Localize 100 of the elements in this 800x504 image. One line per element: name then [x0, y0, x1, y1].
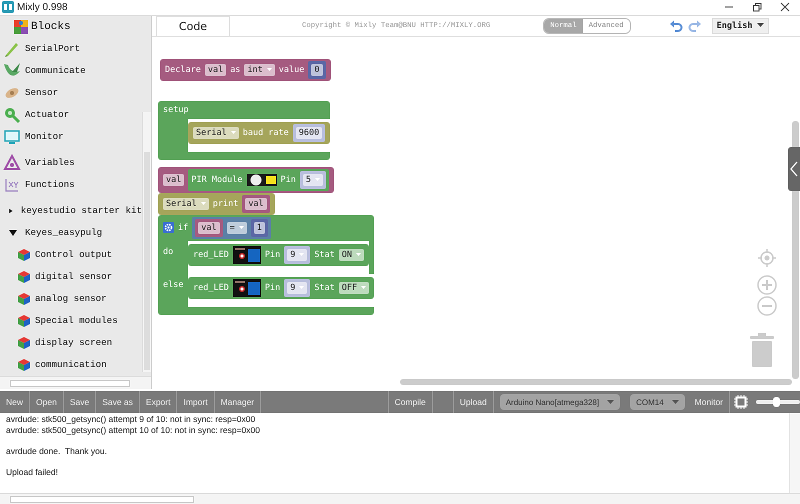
block-dropdown[interactable]: Serial [163, 198, 209, 210]
category-item[interactable]: analog sensor [0, 288, 142, 310]
block-field[interactable]: 9600 [296, 126, 322, 139]
block-dropdown[interactable]: ON [338, 248, 364, 261]
category-item[interactable]: communication [0, 354, 142, 376]
code-block[interactable]: setup Serial baud rate 9600 [158, 100, 330, 160]
block-field[interactable]: val [245, 198, 267, 210]
undo-icon[interactable] [668, 18, 683, 33]
code-block[interactable]: PIR Module Pin 5 [188, 168, 330, 191]
code-block[interactable]: if val = 1 do red_LED Pin 9 Stat ON else red_LED Pin 9 Stat OFF [158, 214, 374, 315]
led-module-icon [232, 246, 261, 264]
category-item[interactable]: Control output [0, 244, 142, 266]
caret-icon [200, 202, 206, 206]
caret-icon [356, 252, 362, 257]
toolbar-button[interactable]: Compile [388, 391, 433, 414]
cube-icon [17, 248, 31, 262]
toolbar-button[interactable]: Open [30, 391, 64, 414]
code-tab[interactable]: Code [156, 16, 230, 36]
category-item[interactable]: SerialPort [0, 38, 142, 60]
cube-icon [17, 336, 31, 350]
category-item[interactable]: Special modules [0, 310, 142, 332]
block-dropdown[interactable]: 9 [287, 282, 308, 294]
code-block[interactable]: val [242, 194, 270, 213]
scrollbar[interactable] [789, 413, 800, 494]
toolbar-button[interactable]: New [0, 391, 30, 414]
block-dropdown[interactable]: 5 [302, 174, 324, 186]
knob-icon [3, 106, 21, 124]
led-module-icon [232, 278, 261, 297]
toolbar-button[interactable]: Monitor [688, 391, 730, 414]
toolbar-button[interactable]: Export [140, 391, 178, 414]
toolbar-button[interactable]: Upload [454, 391, 494, 414]
block-dropdown[interactable]: = [226, 222, 247, 234]
code-block[interactable]: 1 [250, 218, 268, 237]
category-item[interactable]: Monitor [0, 126, 142, 148]
block-field[interactable]: val [198, 222, 220, 234]
code-block[interactable]: red_LED Pin 9 Stat ON [188, 244, 370, 266]
block-label: value [278, 64, 304, 75]
code-block[interactable]: 0 [308, 60, 326, 79]
cube-icon [17, 292, 31, 306]
category-item[interactable]: Communicate [0, 60, 142, 82]
block-field[interactable]: 0 [311, 64, 323, 76]
block-field[interactable]: val [204, 64, 226, 76]
block-label: if [178, 222, 188, 233]
code-block[interactable]: 9600 [292, 124, 326, 142]
code-block[interactable]: 9 [284, 278, 310, 297]
block-label: Stat [314, 250, 335, 260]
caret-icon [757, 23, 764, 28]
scrollbar[interactable] [142, 112, 151, 372]
category-item[interactable]: Actuator [0, 104, 142, 126]
chip-icon[interactable] [734, 395, 748, 410]
code-block[interactable]: Declare val as int value 0 [160, 58, 331, 81]
category-item[interactable]: Blocks [0, 16, 142, 38]
triangle-icon [3, 154, 21, 172]
puzzle-icon [12, 18, 30, 36]
category-item[interactable]: display screen [0, 332, 142, 354]
code-block[interactable]: red_LED Pin 9 Stat OFF [188, 276, 374, 299]
code-block[interactable]: Serial print val [158, 192, 275, 215]
block-dropdown[interactable]: Serial [193, 126, 239, 139]
block-field[interactable]: val [163, 174, 184, 186]
console-line: avrdude: stk500_getsync() attempt 9 of 10: not in sync: resp=0x00 [6, 414, 256, 426]
tree-item[interactable]: keyestudio starter kit [0, 200, 142, 222]
block-label: setup [163, 104, 189, 115]
language-select[interactable]: English [712, 18, 770, 34]
category-item[interactable]: digital sensor [0, 266, 142, 288]
toolbar-button[interactable]: Save as [96, 391, 140, 414]
collapse-handle[interactable] [788, 146, 800, 191]
tree-item[interactable]: Keyes_easypulg [0, 222, 142, 244]
block-dropdown[interactable]: 9 [287, 248, 308, 261]
expand-arrow-icon[interactable] [8, 228, 18, 238]
code-block[interactable]: Serial baud rate 9600 [188, 122, 330, 144]
scrollbar[interactable] [0, 493, 800, 504]
code-block[interactable]: 5 [300, 170, 326, 189]
toolbar-button[interactable]: Save [64, 391, 96, 414]
caret-icon [230, 130, 236, 135]
caret-icon [266, 68, 272, 72]
dropdown-select[interactable]: Arduino Nano[atmega328] [500, 394, 620, 410]
category-item[interactable]: Variables [0, 152, 142, 174]
close-icon[interactable] [780, 2, 790, 12]
gear-icon[interactable] [163, 222, 174, 234]
redo-icon[interactable] [688, 18, 702, 33]
code-block[interactable]: 9 [284, 246, 310, 264]
cube-icon [17, 358, 31, 372]
block-label: as [230, 64, 240, 75]
caret-icon [299, 252, 304, 257]
block-field[interactable]: 1 [254, 222, 265, 234]
block-label: red_LED [193, 250, 229, 260]
category-item[interactable]: Sensor [0, 82, 142, 104]
toolbar-button[interactable]: Import [177, 391, 215, 414]
size-slider[interactable] [756, 400, 800, 404]
code-block[interactable]: val = 1 [192, 216, 271, 239]
category-item[interactable]: Functions [0, 174, 142, 196]
block-dropdown[interactable]: int [244, 64, 275, 76]
dropdown-select[interactable]: COM14 [630, 394, 685, 410]
toolbar-button[interactable]: Manager [214, 391, 262, 414]
code-block[interactable]: val PIR Module Pin 5 [158, 166, 334, 193]
scrollbar[interactable] [0, 376, 151, 390]
block-dropdown[interactable]: OFF [338, 282, 370, 294]
code-block[interactable]: val [195, 218, 223, 237]
restore-icon[interactable] [752, 2, 762, 12]
scrollbar[interactable] [400, 379, 792, 386]
